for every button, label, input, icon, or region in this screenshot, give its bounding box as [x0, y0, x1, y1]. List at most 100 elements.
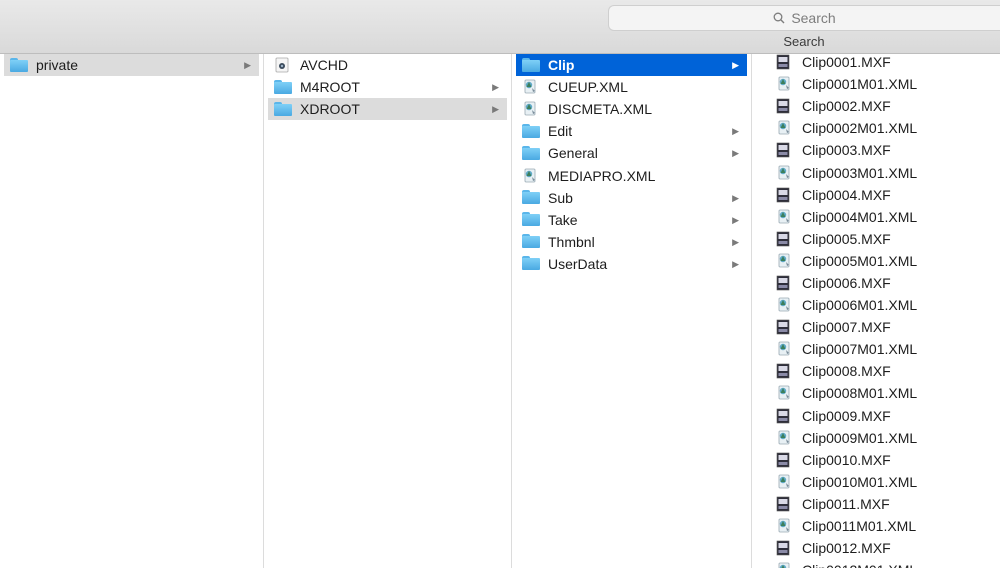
item-label: Clip0010.MXF — [802, 451, 891, 468]
search-field[interactable]: Search — [608, 5, 1000, 31]
folder-icon — [10, 57, 28, 74]
list-item-clip0007m01-xml[interactable]: Clip0007M01.XML — [752, 338, 1000, 360]
item-label: DISCMETA.XML — [548, 101, 652, 118]
xml-file-icon — [522, 101, 540, 117]
list-item-cueup-xml[interactable]: CUEUP.XML — [516, 76, 747, 98]
list-item-thmbnl[interactable]: Thmbnl ▶ — [516, 231, 747, 253]
item-label: Clip0002.MXF — [802, 98, 891, 115]
list-item-clip[interactable]: Clip ▶ — [516, 54, 747, 77]
list-item-clip0009-mxf[interactable]: Clip0009.MXF — [752, 405, 1000, 427]
item-label: Take — [548, 211, 578, 228]
folder-icon — [522, 212, 540, 228]
list-item-clip0010m01-xml[interactable]: Clip0010M01.XML — [752, 471, 1000, 493]
column-1[interactable]: private ▶ — [0, 54, 264, 568]
folder-icon — [522, 123, 540, 140]
list-item-clip0004-mxf[interactable]: Clip0004.MXF — [752, 184, 1000, 206]
list-item-discmeta-xml[interactable]: DISCMETA.XML — [516, 98, 747, 120]
item-label: Clip0001M01.XML — [802, 76, 918, 93]
item-label: Clip0006.MXF — [802, 274, 891, 291]
item-label: Clip0005.MXF — [802, 230, 891, 247]
column-4[interactable]: Clip0001.MXF Clip0001M01.XML Clip0002.MXF C… — [752, 54, 1000, 568]
list-item-clip0002-mxf[interactable]: Clip0002.MXF — [752, 95, 1000, 117]
list-item-clip0008m01-xml[interactable]: Clip0008M01.XML — [752, 382, 1000, 404]
list-item-avchd[interactable]: AVCHD — [268, 54, 507, 76]
item-label: Edit — [548, 123, 573, 140]
folder-icon — [522, 234, 540, 250]
item-label: General — [548, 145, 598, 162]
xml-file-icon — [776, 341, 794, 357]
chevron-right-icon: ▶ — [732, 126, 739, 137]
search-placeholder: Search — [791, 10, 836, 26]
mxf-file-icon — [776, 231, 794, 247]
item-label: Clip0004.MXF — [802, 186, 891, 203]
item-label: Clip0008.MXF — [802, 363, 891, 380]
chevron-right-icon: ▶ — [732, 192, 739, 203]
list-item-m4root[interactable]: M4ROOT ▶ — [268, 76, 507, 98]
item-label: Clip0010M01.XML — [802, 473, 918, 490]
mxf-file-icon — [776, 54, 794, 70]
mxf-file-icon — [776, 496, 794, 512]
list-item-clip0002m01-xml[interactable]: Clip0002M01.XML — [752, 117, 1000, 139]
item-label: Sub — [548, 189, 573, 206]
xml-file-icon — [776, 120, 794, 136]
list-item-clip0012m01-xml[interactable]: Clip0012M01.XML — [752, 559, 1000, 568]
list-item-mediapro-xml[interactable]: MEDIAPRO.XML — [516, 164, 747, 186]
item-label: Clip0003M01.XML — [802, 164, 918, 181]
list-item-clip0011-mxf[interactable]: Clip0011.MXF — [752, 493, 1000, 515]
item-label: Clip0005M01.XML — [802, 252, 918, 269]
xml-file-icon — [776, 209, 794, 225]
mxf-file-icon — [776, 363, 794, 379]
mxf-file-icon — [776, 319, 794, 335]
list-item-clip0003m01-xml[interactable]: Clip0003M01.XML — [752, 161, 1000, 183]
xml-file-icon — [776, 165, 794, 181]
list-item-take[interactable]: Take ▶ — [516, 209, 747, 231]
list-item-clip0005-mxf[interactable]: Clip0005.MXF — [752, 228, 1000, 250]
list-item-clip0006-mxf[interactable]: Clip0006.MXF — [752, 272, 1000, 294]
list-item-clip0008-mxf[interactable]: Clip0008.MXF — [752, 360, 1000, 382]
xml-file-icon — [776, 385, 794, 401]
list-item-clip0012-mxf[interactable]: Clip0012.MXF — [752, 537, 1000, 559]
mxf-file-icon — [776, 275, 794, 291]
list-item-clip0007-mxf[interactable]: Clip0007.MXF — [752, 316, 1000, 338]
list-item-clip0005m01-xml[interactable]: Clip0005M01.XML — [752, 250, 1000, 272]
list-item-xdroot[interactable]: XDROOT ▶ — [268, 98, 507, 121]
list-item-general[interactable]: General ▶ — [516, 142, 747, 164]
list-item-clip0011m01-xml[interactable]: Clip0011M01.XML — [752, 515, 1000, 537]
folder-icon — [522, 145, 540, 162]
mxf-file-icon — [776, 540, 794, 556]
xml-file-icon — [776, 474, 794, 490]
item-label: AVCHD — [300, 57, 348, 74]
item-label: Clip0011.MXF — [802, 495, 890, 512]
chevron-right-icon: ▶ — [492, 82, 499, 93]
column-3[interactable]: Clip ▶ CUEUP.XML DISCMETA.XML Edit ▶ General ▶ M… — [512, 54, 752, 568]
list-item-edit[interactable]: Edit ▶ — [516, 120, 747, 142]
folder-icon — [274, 101, 292, 118]
list-item-clip0009m01-xml[interactable]: Clip0009M01.XML — [752, 427, 1000, 449]
item-label: Clip0012M01.XML — [802, 559, 1000, 568]
search-icon — [773, 12, 785, 24]
chevron-right-icon: ▶ — [732, 258, 739, 269]
mxf-file-icon — [776, 408, 794, 424]
list-item-userdata[interactable]: UserData ▶ — [516, 253, 747, 275]
list-item-private[interactable]: private ▶ — [4, 54, 259, 77]
item-label: XDROOT — [300, 101, 360, 118]
chevron-right-icon: ▶ — [244, 60, 251, 70]
item-label: Clip0004M01.XML — [802, 208, 918, 225]
list-item-clip0001m01-xml[interactable]: Clip0001M01.XML — [752, 73, 1000, 95]
finder-toolbar: Search Search — [0, 0, 1000, 54]
list-item-clip0010-mxf[interactable]: Clip0010.MXF — [752, 449, 1000, 471]
list-item-clip0003-mxf[interactable]: Clip0003.MXF — [752, 139, 1000, 161]
list-item-sub[interactable]: Sub ▶ — [516, 187, 747, 209]
avchd-package-icon — [274, 57, 292, 73]
xml-file-icon — [522, 79, 540, 95]
item-label: UserData — [548, 255, 608, 272]
xml-file-icon — [522, 168, 540, 184]
item-label: Clip0008M01.XML — [802, 385, 918, 402]
list-item-clip0004m01-xml[interactable]: Clip0004M01.XML — [752, 206, 1000, 228]
column-2[interactable]: AVCHD M4ROOT ▶ XDROOT ▶ — [264, 54, 512, 568]
list-item-clip0001-mxf[interactable]: Clip0001.MXF — [752, 54, 1000, 73]
mxf-file-icon — [776, 142, 794, 158]
list-item-clip0006m01-xml[interactable]: Clip0006M01.XML — [752, 294, 1000, 316]
item-label: Thmbnl — [548, 233, 595, 250]
item-label: private — [36, 57, 79, 74]
